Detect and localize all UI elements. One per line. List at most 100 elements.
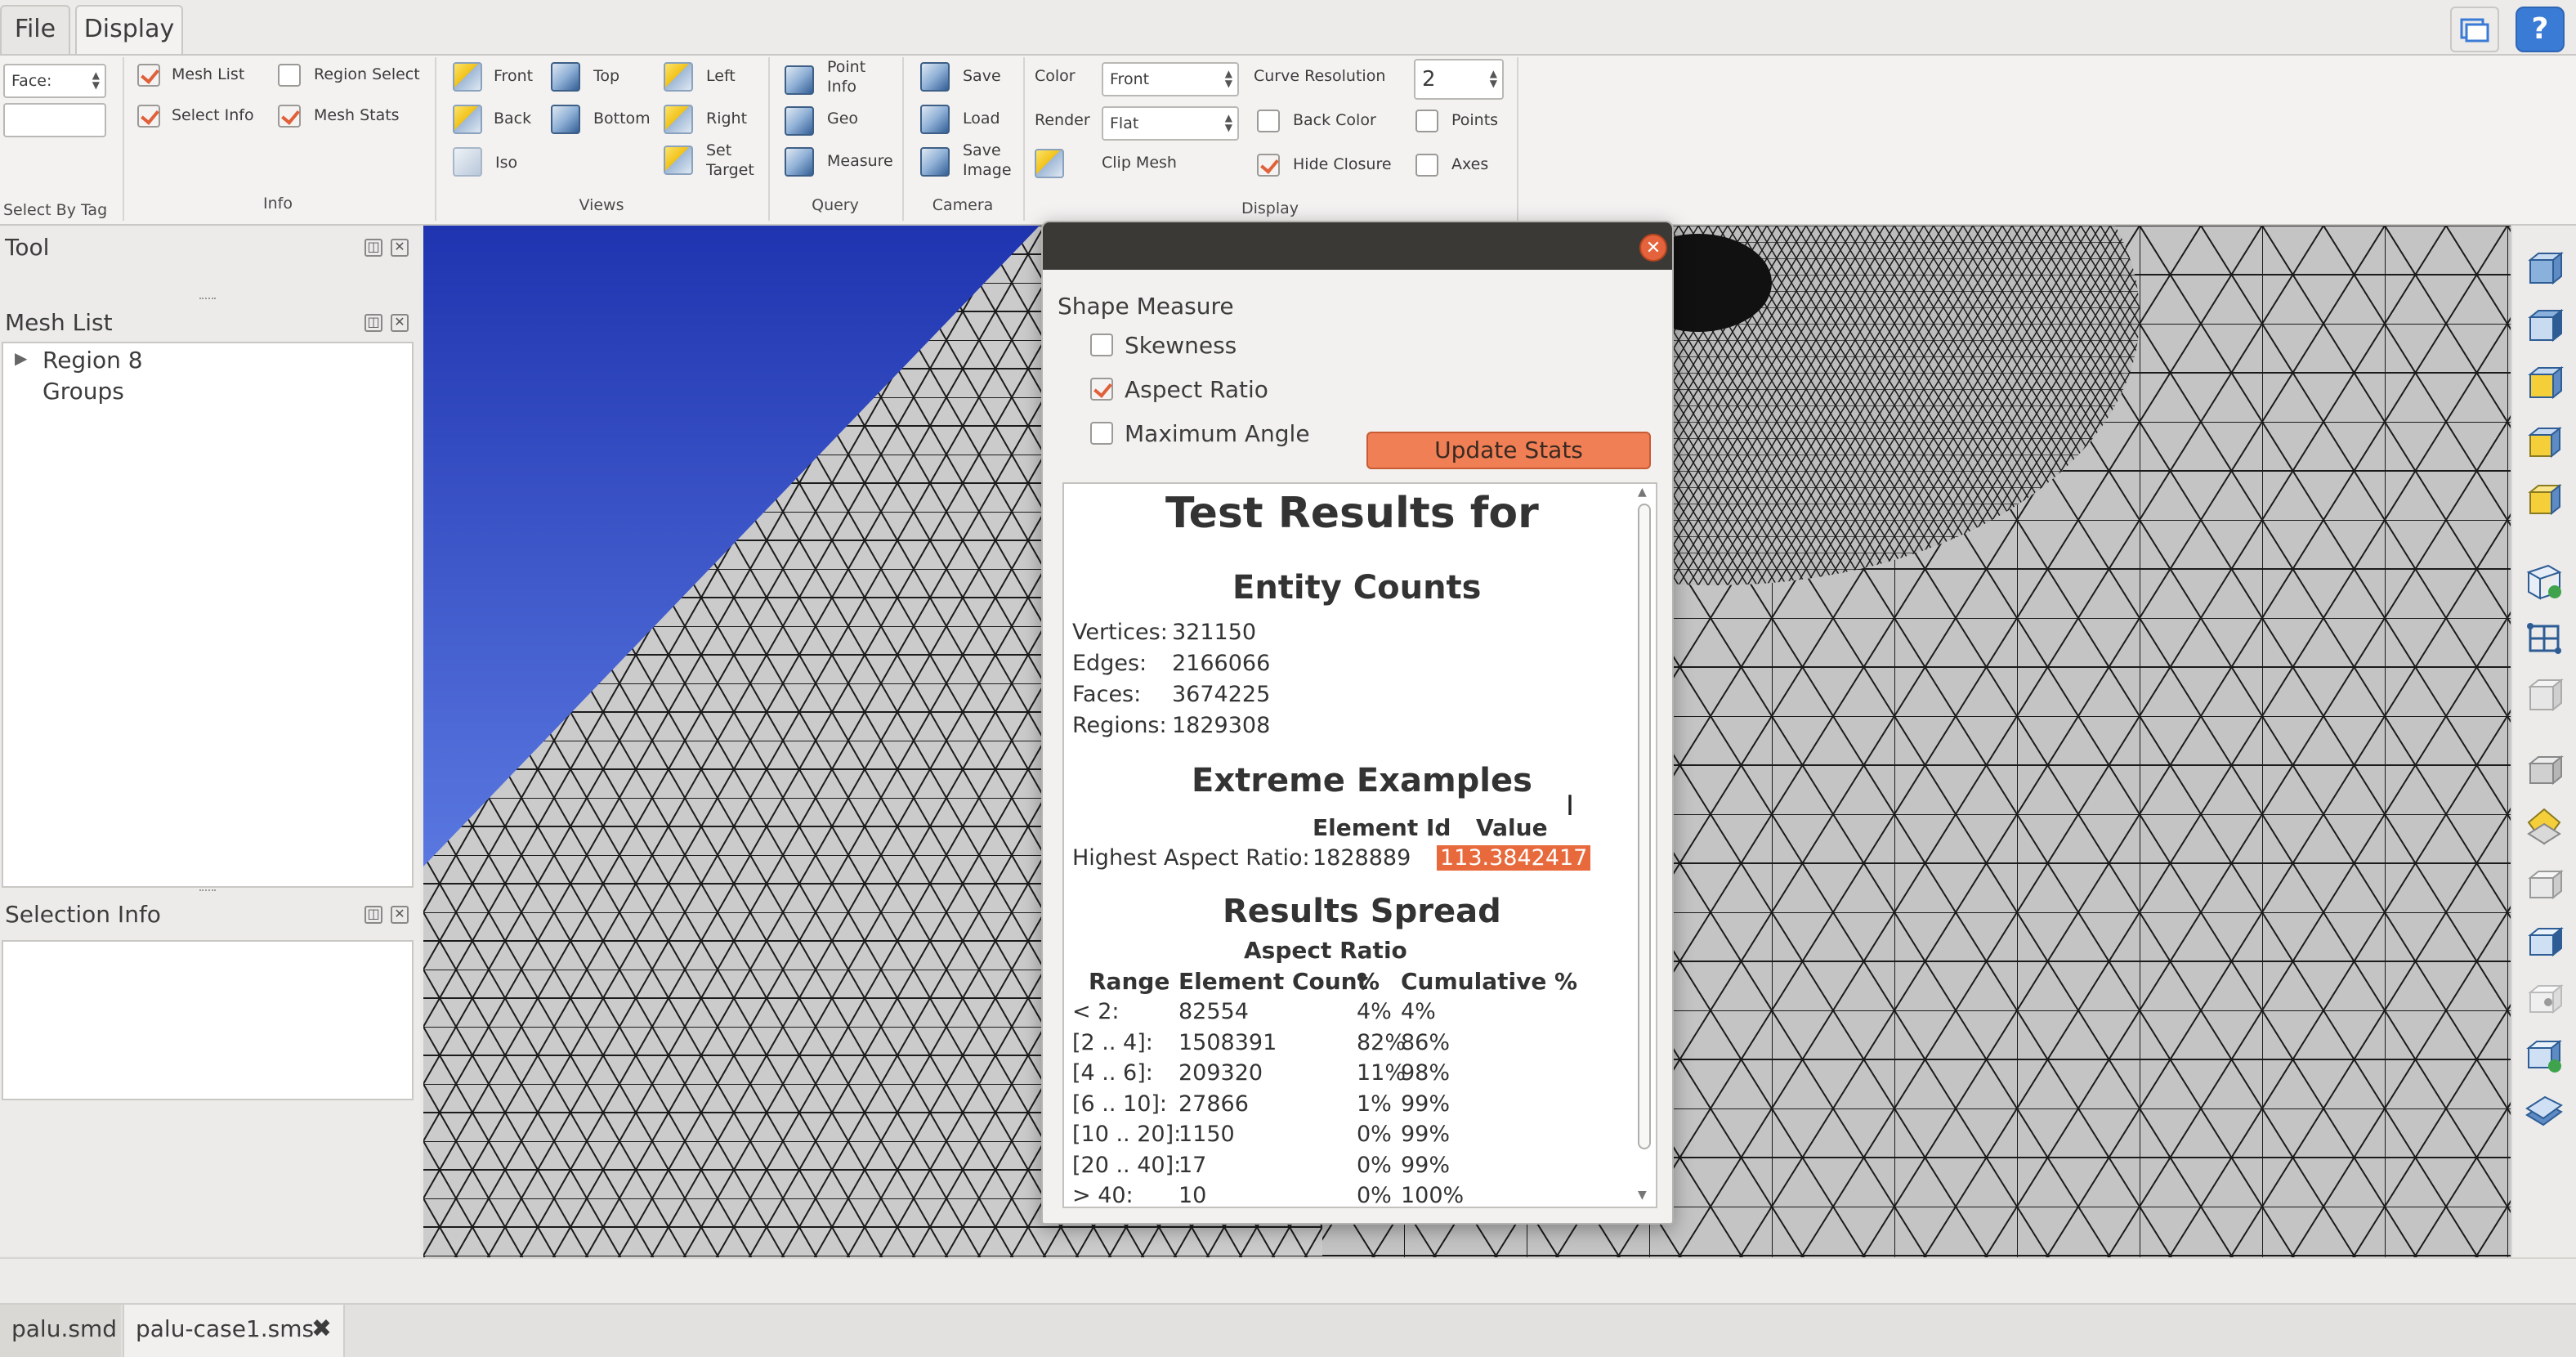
diamond-yellow-icon[interactable]: [2524, 806, 2565, 847]
points-label: Points: [1451, 111, 1499, 129]
float-icon[interactable]: ◫: [364, 314, 382, 332]
face-type-select[interactable]: Face: ▲ ▼: [3, 64, 106, 98]
help-button[interactable]: ?: [2516, 7, 2565, 52]
view-cube-iso-icon[interactable]: [2524, 479, 2565, 520]
clip-mesh-icon[interactable]: [1035, 149, 1064, 178]
geo-icon[interactable]: [785, 106, 814, 136]
float-icon[interactable]: ◫: [364, 239, 382, 257]
menu-file-tab[interactable]: File: [0, 5, 70, 56]
box-gray-icon[interactable]: [2524, 675, 2565, 716]
tag-input[interactable]: [3, 103, 106, 137]
point-info-icon[interactable]: [785, 65, 814, 95]
box-outline-icon[interactable]: [2524, 863, 2565, 904]
group-label-camera: Camera: [932, 196, 994, 214]
view-cube-front-icon[interactable]: [2524, 250, 2565, 291]
mesh-stats-checkbox[interactable]: [278, 105, 301, 128]
scroll-up-icon[interactable]: ▲: [1638, 486, 1647, 499]
close-icon[interactable]: ✕: [391, 314, 409, 332]
mesh-nodes-icon[interactable]: [2524, 618, 2565, 659]
iso-view-button[interactable]: Iso: [495, 154, 517, 172]
measure-icon[interactable]: [785, 147, 814, 177]
close-icon[interactable]: ✕: [391, 906, 409, 924]
top-view-button[interactable]: Top: [593, 67, 619, 85]
spread-cell: 209320: [1178, 1060, 1263, 1086]
menu-display-tab[interactable]: Display: [75, 5, 183, 56]
iso-view-icon[interactable]: [453, 147, 482, 177]
back-view-button[interactable]: Back: [494, 110, 531, 128]
bottom-view-icon[interactable]: [551, 105, 580, 134]
right-view-icon[interactable]: [664, 105, 693, 134]
results-scrollbar[interactable]: ▲ ▼: [1635, 486, 1654, 1205]
set-target-icon[interactable]: [664, 146, 693, 175]
grid-add-icon[interactable]: [2524, 561, 2565, 602]
mesh-stats-label: Mesh Stats: [314, 106, 400, 124]
plane-icon[interactable]: [2524, 1092, 2565, 1133]
region-select-checkbox[interactable]: [278, 64, 301, 87]
entity-label: Edges:: [1072, 651, 1147, 676]
restore-window-button[interactable]: [2450, 7, 2499, 52]
document-tab-palu-smd[interactable]: palu.smd: [0, 1305, 121, 1357]
select-info-checkbox[interactable]: [137, 105, 160, 128]
color-select[interactable]: Front ▲ ▼: [1102, 62, 1239, 96]
float-icon[interactable]: ◫: [364, 906, 382, 924]
box-blue-icon[interactable]: [2524, 920, 2565, 961]
right-view-button[interactable]: Right: [706, 110, 747, 128]
view-cube-yellow-icon[interactable]: [2524, 422, 2565, 463]
maximum-angle-checkbox[interactable]: [1090, 422, 1113, 445]
splitter-handle[interactable]: [199, 298, 216, 302]
camera-save-button[interactable]: Save: [963, 67, 1001, 85]
entity-value: 321150: [1172, 620, 1257, 645]
left-view-button[interactable]: Left: [706, 67, 736, 85]
front-view-icon[interactable]: [453, 62, 482, 92]
set-target-button[interactable]: Set Target: [706, 141, 771, 180]
update-stats-button[interactable]: Update Stats: [1366, 432, 1651, 469]
test-results-view[interactable]: Test Results for Entity Counts Vertices:…: [1062, 482, 1657, 1208]
results-spread-heading: Results Spread: [1223, 893, 1501, 930]
scroll-down-icon[interactable]: ▼: [1638, 1189, 1647, 1202]
splitter-handle[interactable]: [199, 889, 216, 894]
dialog-titlebar[interactable]: [1043, 222, 1672, 270]
skewness-checkbox[interactable]: [1090, 334, 1113, 356]
axes-checkbox[interactable]: [1415, 154, 1438, 177]
clip-mesh-button[interactable]: Clip Mesh: [1102, 154, 1177, 172]
aspect-ratio-checkbox[interactable]: [1090, 378, 1113, 401]
right-toolbar: [2511, 226, 2576, 1257]
geo-button[interactable]: Geo: [827, 110, 858, 128]
render-select[interactable]: Flat ▲ ▼: [1102, 106, 1239, 141]
close-icon[interactable]: ✕: [391, 239, 409, 257]
points-checkbox[interactable]: [1415, 110, 1438, 132]
camera-save-icon[interactable]: [920, 62, 950, 92]
front-view-button[interactable]: Front: [494, 67, 533, 85]
spread-cell: [20 .. 40]:: [1072, 1152, 1182, 1178]
tree-item-region[interactable]: Region 8: [42, 347, 143, 374]
tree-item-groups[interactable]: Groups: [42, 378, 124, 405]
curve-resolution-spinbox[interactable]: 2 ▲ ▼: [1414, 59, 1504, 100]
hide-closure-checkbox[interactable]: [1257, 154, 1280, 177]
camera-load-icon[interactable]: [920, 105, 950, 134]
mesh-list-checkbox[interactable]: [137, 64, 160, 87]
measure-button[interactable]: Measure: [827, 152, 893, 170]
save-image-button[interactable]: Save Image: [963, 141, 1028, 180]
scroll-thumb[interactable]: [1638, 504, 1651, 1149]
spread-cell: 98%: [1401, 1060, 1451, 1086]
camera-load-button[interactable]: Load: [963, 110, 1000, 128]
close-tab-icon[interactable]: ✖: [311, 1305, 332, 1354]
box-add-icon[interactable]: [2524, 1035, 2565, 1076]
top-view-icon[interactable]: [551, 62, 580, 92]
mesh-list-tree: ▶ Region 8 Groups: [2, 342, 414, 888]
point-info-button[interactable]: Point Info: [827, 57, 892, 96]
selection-info-panel-title: Selection Info: [5, 901, 161, 928]
box-ghost-icon[interactable]: [2524, 978, 2565, 1019]
back-view-icon[interactable]: [453, 105, 482, 134]
view-cube-top-icon[interactable]: [2524, 365, 2565, 405]
dialog-close-button[interactable]: ✕: [1639, 234, 1667, 262]
box-solid-icon[interactable]: [2524, 749, 2565, 790]
document-tab-palu-case1[interactable]: palu-case1.sms ✖: [123, 1305, 345, 1357]
left-view-icon[interactable]: [664, 62, 693, 92]
tree-expand-icon[interactable]: ▶: [15, 348, 27, 368]
view-cube-side-icon[interactable]: [2524, 307, 2565, 348]
bottom-view-button[interactable]: Bottom: [593, 110, 651, 128]
save-image-icon[interactable]: [920, 147, 950, 177]
entity-value: 2166066: [1172, 651, 1271, 676]
back-color-checkbox[interactable]: [1257, 110, 1280, 132]
